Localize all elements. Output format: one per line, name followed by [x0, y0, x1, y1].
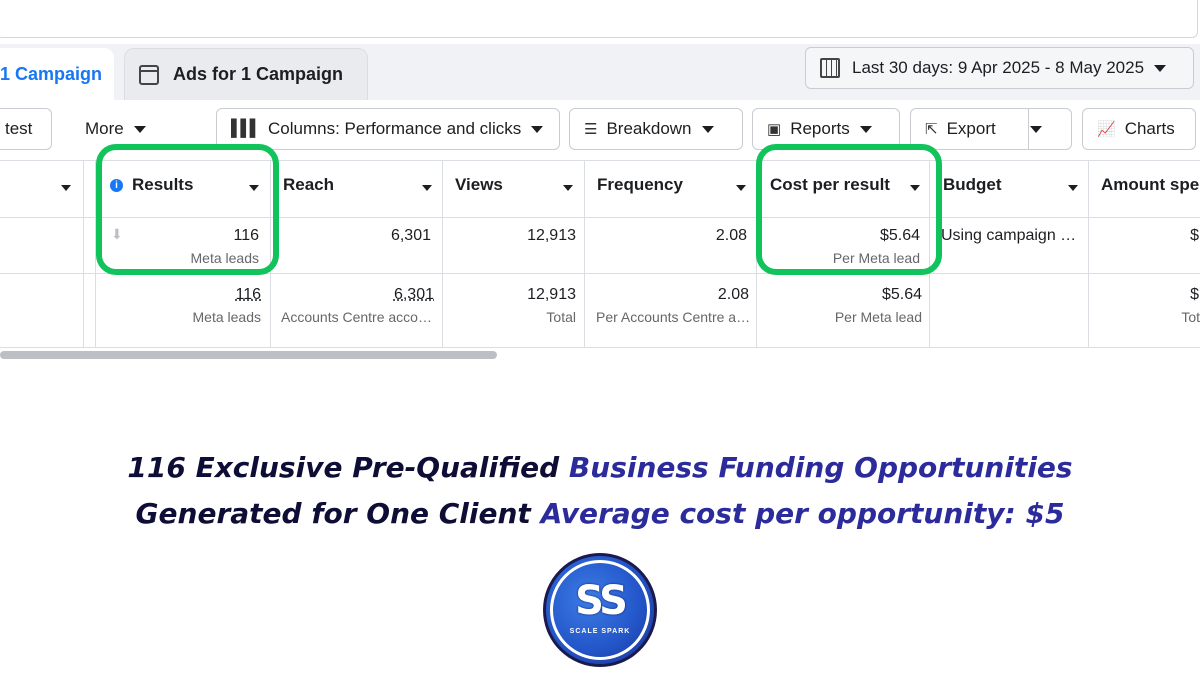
horizontal-scrollbar[interactable]	[0, 351, 497, 359]
header-frequency-label: Frequency	[597, 175, 683, 194]
row2-amount-sub: Tot	[1181, 309, 1200, 325]
row1-views: 12,913	[527, 227, 576, 244]
row2-frequency: 2.08	[717, 286, 749, 303]
headline-line1-blue: Business Funding Opportunities	[568, 451, 1073, 484]
logo-brand: SCALE SPARK	[569, 628, 631, 635]
date-range-label: Last 30 days: 9 Apr 2025 - 8 May 2025	[852, 58, 1145, 77]
column-divider	[442, 160, 443, 348]
export-button[interactable]: ⇱ Export	[910, 108, 1072, 150]
column-divider	[1088, 160, 1089, 348]
row2-views: 12,913	[527, 286, 576, 303]
headline-line1-dark: 116 Exclusive Pre-Qualified	[127, 451, 560, 484]
headline-line2-blue: Average cost per opportunity: $5	[540, 497, 1065, 530]
header-reach[interactable]: Reach	[283, 175, 334, 195]
header-amount-label: Amount spent	[1101, 175, 1200, 194]
header-budget-label: Budget	[943, 175, 1002, 194]
row2-amount: $	[1190, 286, 1199, 303]
row2-reach[interactable]: 6,301	[275, 286, 434, 304]
table-bottom-border	[0, 347, 1200, 348]
row2-reach-sub: Accounts Centre acco…	[281, 309, 432, 325]
test-button[interactable]: test	[0, 108, 52, 150]
tab-ads[interactable]: Ads for 1 Campaign	[124, 48, 368, 100]
export-icon: ⇱	[925, 121, 938, 138]
chevron-down-icon[interactable]	[736, 185, 746, 191]
row2-results-sub: Meta leads	[192, 309, 261, 325]
row1-budget[interactable]: Using campaign …	[941, 227, 1081, 245]
row2-views-sub: Total	[546, 309, 576, 325]
breakdown-icon: ☰	[584, 121, 598, 138]
search-area[interactable]	[0, 0, 1198, 38]
tab-ads-label: Ads for 1 Campaign	[173, 64, 344, 84]
column-divider	[584, 160, 585, 348]
charts-button[interactable]: 📈 Charts	[1082, 108, 1196, 150]
tab-campaigns[interactable]: 1 Campaign	[0, 48, 114, 100]
headline-line1: 116 Exclusive Pre-Qualified Business Fun…	[0, 446, 1200, 490]
more-label: More	[85, 119, 124, 138]
column-divider	[83, 160, 84, 348]
chevron-down-icon[interactable]	[61, 185, 71, 191]
scale-spark-logo: SS SCALE SPARK	[543, 553, 657, 667]
header-reach-label: Reach	[283, 175, 335, 194]
row2-frequency-sub: Per Accounts Centre a…	[596, 309, 749, 325]
charts-icon: 📈	[1097, 121, 1116, 138]
row2-cost: $5.64	[881, 286, 922, 303]
chevron-down-icon	[531, 125, 544, 133]
header-frequency[interactable]: Frequency	[597, 175, 683, 195]
logo-letters: SS	[575, 578, 628, 624]
window-icon	[139, 64, 159, 85]
header-amount-spent[interactable]: Amount spent	[1101, 175, 1200, 195]
columns-icon: ▌▌▌	[231, 120, 261, 137]
row1-reach: 6,301	[390, 227, 431, 244]
chevron-down-icon[interactable]	[1029, 125, 1042, 133]
date-range-picker[interactable]: Last 30 days: 9 Apr 2025 - 8 May 2025	[805, 47, 1194, 89]
charts-label: Charts	[1124, 119, 1175, 138]
breakdown-button[interactable]: ☰ Breakdown	[569, 108, 743, 150]
row2-cost-sub: Per Meta lead	[834, 309, 922, 325]
row1-frequency: 2.08	[715, 227, 747, 244]
headline-line2: Generated for One Client Average cost pe…	[0, 492, 1200, 536]
calendar-icon	[820, 58, 840, 78]
cost-highlight	[756, 144, 942, 275]
tab-campaigns-label: 1 Campaign	[0, 63, 103, 84]
chevron-down-icon	[133, 125, 146, 133]
row2-results[interactable]: 116	[100, 286, 261, 304]
columns-button[interactable]: ▌▌▌ Columns: Performance and clicks	[216, 108, 560, 150]
breakdown-label: Breakdown	[606, 119, 692, 138]
columns-label: Columns: Performance and clicks	[268, 119, 522, 138]
header-views-label: Views	[455, 175, 503, 194]
chevron-down-icon[interactable]	[1068, 185, 1078, 191]
header-views[interactable]: Views	[455, 175, 503, 195]
export-label: Export	[946, 119, 996, 138]
reports-label: Reports	[790, 119, 850, 138]
chevron-down-icon	[701, 125, 714, 133]
chevron-down-icon	[1154, 64, 1167, 72]
headline-line2-dark: Generated for One Client	[135, 497, 531, 530]
chevron-down-icon	[859, 125, 872, 133]
reports-icon: ▣	[767, 121, 782, 138]
header-budget[interactable]: Budget	[943, 175, 1002, 195]
chevron-down-icon[interactable]	[563, 185, 573, 191]
test-label: test	[5, 119, 33, 138]
chevron-down-icon[interactable]	[422, 185, 432, 191]
row1-amount: $	[1190, 227, 1199, 244]
results-highlight	[96, 144, 279, 275]
export-divider	[1028, 109, 1029, 149]
